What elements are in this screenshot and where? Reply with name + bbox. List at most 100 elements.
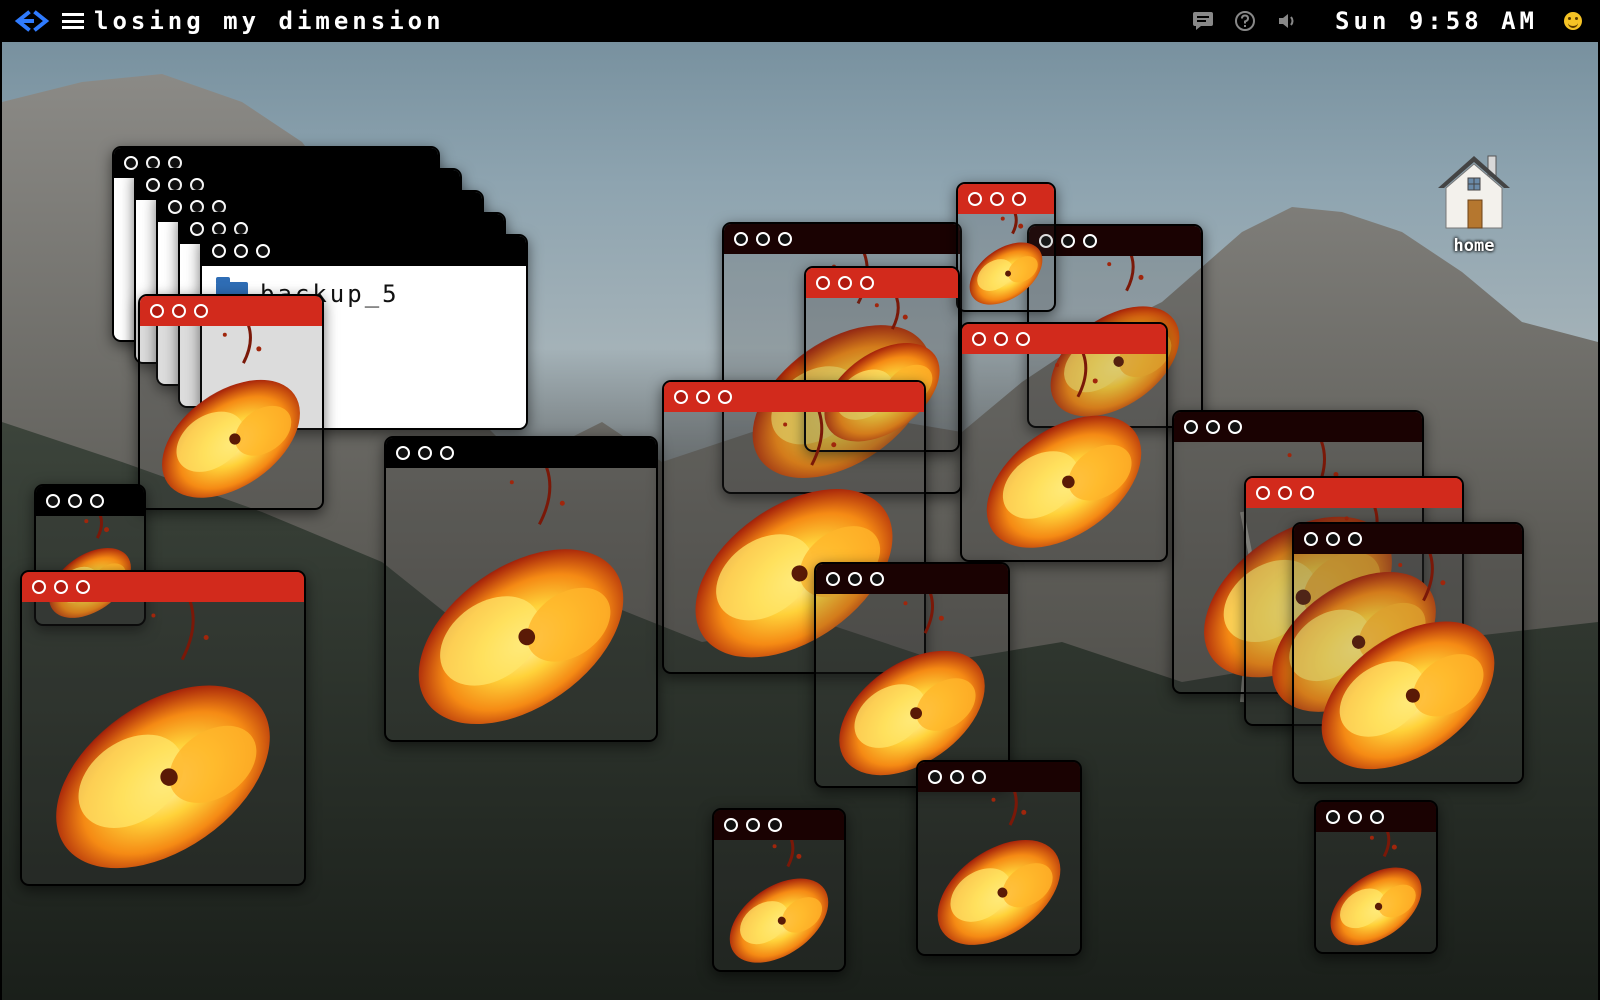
window-content bbox=[918, 792, 1080, 954]
minimize-button[interactable] bbox=[1348, 810, 1362, 824]
minimize-button[interactable] bbox=[696, 390, 710, 404]
window-titlebar[interactable] bbox=[36, 486, 144, 516]
minimize-button[interactable] bbox=[234, 244, 248, 258]
maximize-button[interactable] bbox=[718, 390, 732, 404]
close-button[interactable] bbox=[150, 304, 164, 318]
fire-image bbox=[729, 840, 829, 963]
maximize-button[interactable] bbox=[1083, 234, 1097, 248]
window-titlebar[interactable] bbox=[918, 762, 1080, 792]
minimize-button[interactable] bbox=[418, 446, 432, 460]
close-button[interactable] bbox=[46, 494, 60, 508]
maximize-button[interactable] bbox=[768, 818, 782, 832]
fire-window[interactable] bbox=[712, 808, 846, 972]
window-titlebar[interactable] bbox=[1174, 412, 1422, 442]
close-button[interactable] bbox=[826, 572, 840, 586]
minimize-button[interactable] bbox=[1278, 486, 1292, 500]
home-desktop-icon[interactable]: home bbox=[1424, 148, 1524, 256]
clock[interactable]: Sun 9:58 AM bbox=[1335, 7, 1538, 35]
close-button[interactable] bbox=[168, 200, 182, 214]
fire-window[interactable] bbox=[1292, 522, 1524, 784]
window-titlebar[interactable] bbox=[724, 224, 960, 254]
close-button[interactable] bbox=[32, 580, 46, 594]
minimize-button[interactable] bbox=[848, 572, 862, 586]
minimize-button[interactable] bbox=[1326, 532, 1340, 546]
maximize-button[interactable] bbox=[1348, 532, 1362, 546]
close-button[interactable] bbox=[734, 232, 748, 246]
fire-image bbox=[986, 354, 1142, 548]
window-titlebar[interactable] bbox=[816, 564, 1008, 594]
close-button[interactable] bbox=[190, 222, 204, 236]
fire-window[interactable] bbox=[956, 182, 1056, 312]
close-button[interactable] bbox=[1326, 810, 1340, 824]
window-titlebar[interactable] bbox=[1316, 802, 1436, 832]
maximize-button[interactable] bbox=[1012, 192, 1026, 206]
maximize-button[interactable] bbox=[1016, 332, 1030, 346]
maximize-button[interactable] bbox=[972, 770, 986, 784]
close-button[interactable] bbox=[972, 332, 986, 346]
window-titlebar[interactable] bbox=[22, 572, 304, 602]
maximize-button[interactable] bbox=[90, 494, 104, 508]
minimize-button[interactable] bbox=[756, 232, 770, 246]
menu-icon[interactable] bbox=[60, 10, 86, 32]
window-titlebar[interactable] bbox=[202, 236, 526, 266]
window-content bbox=[962, 354, 1166, 560]
close-button[interactable] bbox=[212, 244, 226, 258]
close-button[interactable] bbox=[674, 390, 688, 404]
maximize-button[interactable] bbox=[256, 244, 270, 258]
chat-icon[interactable] bbox=[1189, 7, 1217, 35]
fire-window[interactable] bbox=[916, 760, 1082, 956]
maximize-button[interactable] bbox=[440, 446, 454, 460]
close-button[interactable] bbox=[968, 192, 982, 206]
window-titlebar[interactable] bbox=[140, 296, 322, 326]
fire-window[interactable] bbox=[1314, 800, 1438, 954]
maximize-button[interactable] bbox=[1370, 810, 1384, 824]
minimize-button[interactable] bbox=[172, 304, 186, 318]
smiley-icon[interactable] bbox=[1564, 12, 1582, 30]
close-button[interactable] bbox=[724, 818, 738, 832]
minimize-button[interactable] bbox=[994, 332, 1008, 346]
volume-icon[interactable] bbox=[1273, 7, 1301, 35]
close-button[interactable] bbox=[124, 156, 138, 170]
minimize-button[interactable] bbox=[838, 276, 852, 290]
maximize-button[interactable] bbox=[76, 580, 90, 594]
close-button[interactable] bbox=[1256, 486, 1270, 500]
minimize-button[interactable] bbox=[1061, 234, 1075, 248]
close-button[interactable] bbox=[396, 446, 410, 460]
window-titlebar[interactable] bbox=[714, 810, 844, 840]
minimize-button[interactable] bbox=[68, 494, 82, 508]
maximize-button[interactable] bbox=[870, 572, 884, 586]
window-titlebar[interactable] bbox=[806, 268, 958, 298]
window-content bbox=[958, 214, 1054, 310]
fire-window[interactable] bbox=[138, 294, 324, 510]
fire-window[interactable] bbox=[960, 322, 1168, 562]
window-content bbox=[386, 468, 656, 740]
window-titlebar[interactable] bbox=[386, 438, 656, 468]
fire-window[interactable] bbox=[384, 436, 658, 742]
back-icon[interactable] bbox=[14, 6, 54, 36]
fire-image bbox=[1321, 554, 1495, 770]
maximize-button[interactable] bbox=[1300, 486, 1314, 500]
maximize-button[interactable] bbox=[194, 304, 208, 318]
close-button[interactable] bbox=[1184, 420, 1198, 434]
close-button[interactable] bbox=[816, 276, 830, 290]
window-titlebar[interactable] bbox=[958, 184, 1054, 214]
window-titlebar[interactable] bbox=[1246, 478, 1462, 508]
fire-window[interactable] bbox=[814, 562, 1010, 788]
maximize-button[interactable] bbox=[778, 232, 792, 246]
maximize-button[interactable] bbox=[860, 276, 874, 290]
close-button[interactable] bbox=[1304, 532, 1318, 546]
minimize-button[interactable] bbox=[54, 580, 68, 594]
minimize-button[interactable] bbox=[950, 770, 964, 784]
minimize-button[interactable] bbox=[1206, 420, 1220, 434]
help-icon[interactable] bbox=[1231, 7, 1259, 35]
minimize-button[interactable] bbox=[990, 192, 1004, 206]
close-button[interactable] bbox=[146, 178, 160, 192]
window-titlebar[interactable] bbox=[962, 324, 1166, 354]
minimize-button[interactable] bbox=[746, 818, 760, 832]
maximize-button[interactable] bbox=[1228, 420, 1242, 434]
window-content bbox=[22, 602, 304, 884]
fire-window[interactable] bbox=[20, 570, 306, 886]
close-button[interactable] bbox=[928, 770, 942, 784]
window-titlebar[interactable] bbox=[664, 382, 924, 412]
window-titlebar[interactable] bbox=[1294, 524, 1522, 554]
